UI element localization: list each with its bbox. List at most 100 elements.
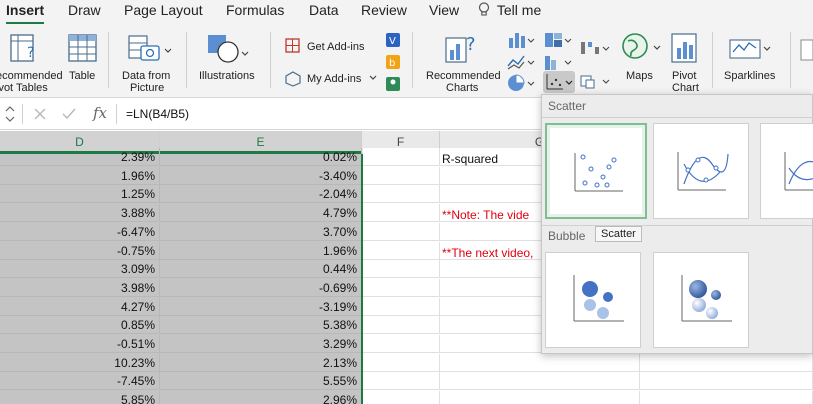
svg-text:?: ?: [27, 45, 34, 61]
chevron-down-icon: [369, 75, 377, 80]
empty-cell[interactable]: [363, 148, 440, 166]
empty-cell[interactable]: [640, 372, 813, 391]
tab-data[interactable]: Data: [309, 2, 339, 18]
column-chart-icon[interactable]: [506, 30, 536, 50]
cancel-icon[interactable]: [34, 108, 46, 120]
tab-review[interactable]: Review: [361, 2, 407, 18]
empty-cell[interactable]: [363, 316, 440, 335]
empty-cell[interactable]: [440, 353, 640, 372]
bing-icon[interactable]: b: [385, 54, 401, 70]
empty-cell[interactable]: [363, 166, 440, 185]
formula-bar-divider: [22, 104, 23, 124]
cell-d[interactable]: 1.96%: [0, 166, 160, 185]
cell-e[interactable]: 0.44%: [160, 260, 362, 279]
tell-me[interactable]: Tell me: [478, 2, 541, 18]
scatter-option-smooth-lines-markers[interactable]: [653, 123, 749, 219]
ribbon-separator: [270, 32, 271, 88]
scatter-option-smooth-lines[interactable]: [760, 123, 813, 219]
visio-icon[interactable]: V: [385, 32, 401, 48]
tab-insert[interactable]: Insert: [6, 2, 44, 18]
cell-e[interactable]: -2.04%: [160, 185, 362, 204]
cell-d[interactable]: 1.25%: [0, 185, 160, 204]
ribbon-separator: [790, 32, 791, 88]
slicer-icon[interactable]: [800, 38, 813, 64]
cell-d[interactable]: 10.23%: [0, 353, 160, 372]
scatter-chart-icon: [543, 71, 575, 93]
globe-icon: [622, 33, 661, 59]
scatter-option-markers[interactable]: [545, 123, 647, 219]
cell-d[interactable]: -7.45%: [0, 372, 160, 391]
bubble-option-2d[interactable]: [545, 252, 641, 348]
cell-d[interactable]: 0.85%: [0, 316, 160, 335]
empty-cell[interactable]: [363, 260, 440, 279]
my-addins-label: My Add-ins: [307, 73, 362, 85]
cell-d[interactable]: 4.27%: [0, 297, 160, 316]
empty-cell[interactable]: [363, 372, 440, 391]
empty-cell[interactable]: [640, 353, 813, 372]
statistic-chart-icon[interactable]: [543, 52, 573, 72]
cell-d[interactable]: 3.98%: [0, 278, 160, 297]
formula-input[interactable]: =LN(B4/B5): [126, 107, 189, 121]
pivot-label-1: ecommended: [0, 70, 63, 82]
tab-view[interactable]: View: [429, 2, 459, 18]
cell-d[interactable]: 2.39%: [0, 148, 160, 166]
pivot-table-icon: ?: [10, 34, 34, 62]
cell-e[interactable]: 0.02%: [160, 148, 362, 166]
cell-e[interactable]: 4.79%: [160, 204, 362, 223]
cell-d[interactable]: 3.88%: [0, 204, 160, 223]
pivot-chart-small-icon[interactable]: [578, 71, 612, 91]
empty-cell[interactable]: [363, 353, 440, 372]
empty-cell[interactable]: [440, 391, 640, 404]
empty-cell[interactable]: [363, 391, 440, 404]
empty-cell[interactable]: [363, 335, 440, 353]
cell-d[interactable]: -6.47%: [0, 222, 160, 241]
tab-formulas[interactable]: Formulas: [226, 2, 284, 18]
cell-d[interactable]: 5.85%: [0, 391, 160, 404]
bubble-option-3d[interactable]: [653, 252, 749, 348]
cell-d[interactable]: -0.51%: [0, 335, 160, 353]
scatter-section-heading: Scatter: [548, 99, 587, 113]
cell-d[interactable]: 3.09%: [0, 260, 160, 279]
empty-cell[interactable]: [363, 241, 440, 260]
ribbon-separator: [186, 32, 187, 88]
empty-cell[interactable]: [363, 185, 440, 204]
tab-draw[interactable]: Draw: [68, 2, 101, 18]
empty-cell[interactable]: [363, 204, 440, 223]
table-label: Table: [69, 70, 96, 82]
empty-cell[interactable]: [640, 391, 813, 404]
insert-function-button[interactable]: fx: [93, 104, 107, 122]
scatter-smooth-lines-icon: [677, 152, 729, 191]
picture-data-icon: [128, 35, 172, 61]
empty-cell[interactable]: [363, 297, 440, 316]
cell-e[interactable]: 2.96%: [160, 391, 362, 404]
empty-cell[interactable]: [363, 222, 440, 241]
cell-e[interactable]: -3.40%: [160, 166, 362, 185]
waterfall-chart-icon[interactable]: [578, 38, 612, 58]
pivot-chart-icon: [671, 33, 697, 63]
table-icon: [68, 34, 97, 62]
scatter-tooltip: Scatter: [595, 226, 642, 242]
cell-e[interactable]: -0.69%: [160, 278, 362, 297]
cell-e[interactable]: 2.13%: [160, 353, 362, 372]
name-box-stepper-icon[interactable]: [4, 104, 16, 124]
empty-cell[interactable]: [363, 278, 440, 297]
scatter-smooth-icon: [784, 152, 813, 191]
hierarchy-chart-icon[interactable]: [543, 30, 573, 50]
pie-chart-icon[interactable]: [506, 73, 536, 93]
cell-e[interactable]: 5.38%: [160, 316, 362, 335]
enter-check-icon[interactable]: [62, 108, 76, 120]
cell-e[interactable]: 5.55%: [160, 372, 362, 391]
shapes-icon: [208, 35, 249, 63]
note-text-1: **Note: The vide: [442, 208, 530, 222]
bubble-3d-icon: [681, 275, 732, 322]
cell-e[interactable]: 1.96%: [160, 241, 362, 260]
people-graph-icon[interactable]: [385, 76, 401, 92]
cell-d[interactable]: -0.75%: [0, 241, 160, 260]
tab-page-layout[interactable]: Page Layout: [124, 2, 203, 18]
line-chart-icon[interactable]: [506, 52, 536, 72]
cell-e[interactable]: -3.19%: [160, 297, 362, 316]
addin-cube-icon: [285, 71, 301, 87]
cell-e[interactable]: 3.70%: [160, 222, 362, 241]
empty-cell[interactable]: [440, 372, 640, 391]
cell-e[interactable]: 3.29%: [160, 335, 362, 353]
